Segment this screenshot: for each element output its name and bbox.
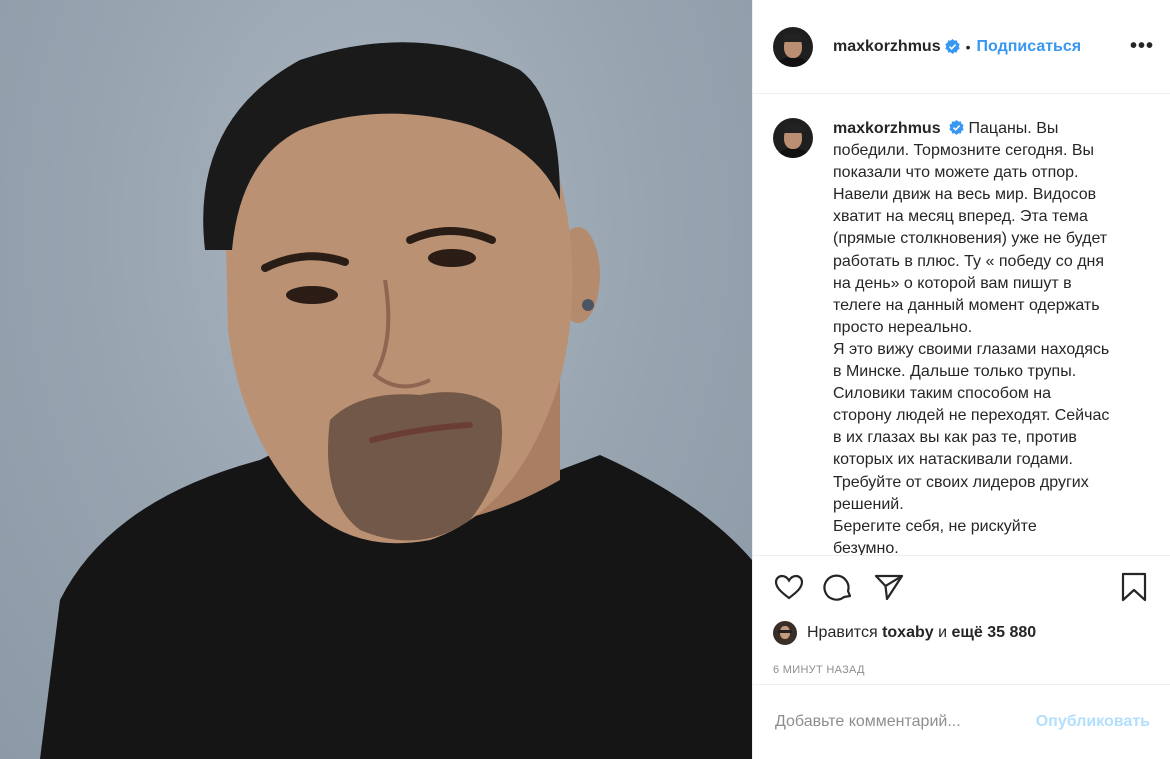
comment-icon[interactable] (823, 571, 855, 603)
caption-paragraph: Я это вижу своими глазами находясь в Мин… (833, 340, 1110, 513)
publish-button[interactable]: Опубликовать (1036, 713, 1150, 731)
caption-area: maxkorzhmus Пацаны. Вы победили. Тормозн… (753, 94, 1170, 556)
action-bar (753, 556, 1170, 612)
comment-bar: Опубликовать (753, 684, 1170, 759)
caption-username[interactable]: maxkorzhmus (833, 120, 941, 137)
caption-text: maxkorzhmus Пацаны. Вы победили. Тормозн… (833, 118, 1123, 556)
author-username[interactable]: maxkorzhmus (833, 38, 941, 56)
likes-prefix: Нравится (807, 624, 878, 641)
likes-count[interactable]: ещё 35 880 (951, 624, 1036, 642)
bookmark-icon[interactable] (1118, 571, 1150, 603)
comment-input[interactable] (773, 712, 1036, 732)
instagram-post: maxkorzhmus • Подписаться ••• maxkorzhmu… (0, 0, 1170, 759)
heart-icon[interactable] (773, 571, 805, 603)
post-timestamp[interactable]: 6 МИНУТ НАЗАД (753, 648, 1170, 688)
author-avatar[interactable] (773, 26, 813, 67)
portrait-illustration (40, 42, 752, 759)
more-options-icon[interactable]: ••• (1130, 35, 1154, 58)
share-icon[interactable] (873, 571, 905, 603)
caption-paragraph: Берегите себя, не рискуйте безумно. (833, 517, 1037, 556)
post-header: maxkorzhmus • Подписаться ••• (753, 0, 1170, 94)
liker-username[interactable]: toxaby (882, 624, 934, 642)
header-separator: • (965, 38, 971, 55)
likes-row: Нравится toxaby и ещё 35 880 (753, 612, 1170, 648)
verified-badge-icon (944, 39, 960, 54)
likes-and: и (938, 624, 948, 641)
post-side-panel: maxkorzhmus • Подписаться ••• maxkorzhmu… (752, 0, 1170, 759)
post-photo[interactable] (0, 0, 752, 759)
caption-paragraph: Пацаны. Вы победили. Тормозните сегодня.… (833, 120, 1108, 336)
verified-badge-icon (949, 120, 964, 135)
follow-button[interactable]: Подписаться (977, 38, 1082, 56)
liker-avatar[interactable] (773, 621, 797, 645)
caption-author-avatar[interactable] (773, 118, 813, 158)
